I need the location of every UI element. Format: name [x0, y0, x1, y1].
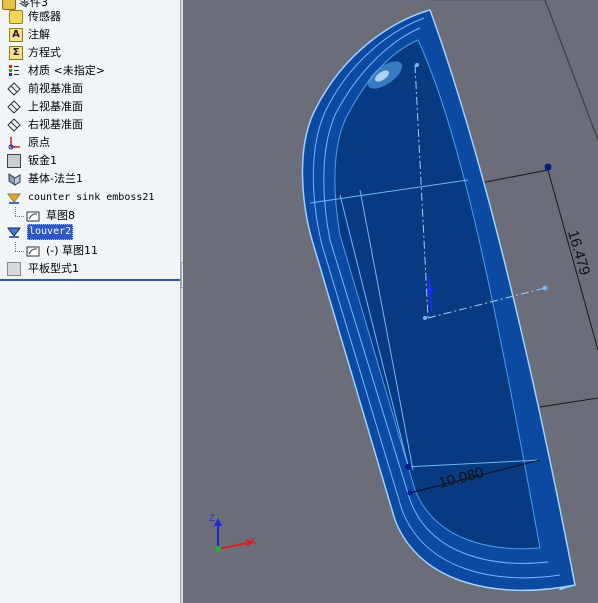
- sketch-icon: [26, 209, 40, 223]
- plane-icon: [7, 100, 21, 114]
- tree-item-label: 材质 <未指定>: [28, 64, 105, 77]
- tree-item-label: 方程式: [28, 46, 61, 59]
- tree-item-label: 前视基准面: [28, 82, 83, 95]
- tree-item-label: louver2: [27, 224, 74, 240]
- sensor-icon: [9, 10, 23, 24]
- tree-item-label: 平板型式1: [28, 262, 79, 275]
- material-icon: [7, 64, 21, 78]
- equation-icon: Σ: [9, 46, 23, 60]
- svg-text:Z: Z: [209, 513, 215, 523]
- feature-manager-tree: 零件3 传感器 A 注解 Σ 方程式 材质 <未指定> 前视基准面 上视基准面: [0, 0, 180, 603]
- form-tool-icon: [7, 191, 21, 205]
- tree-item-label: counter sink emboss21: [28, 192, 155, 203]
- graphics-viewport[interactable]: 16.479 10.080 Z X: [183, 0, 598, 603]
- sketch-icon: [26, 244, 40, 258]
- plane-icon: [7, 118, 21, 132]
- tree-item-label: 注解: [28, 28, 50, 41]
- tree-item-label: (-) 草图11: [46, 244, 99, 257]
- rollback-bar[interactable]: [0, 279, 180, 281]
- annotation-icon: A: [9, 28, 23, 42]
- tree-connector: [15, 207, 17, 216]
- flat-pattern-icon: [7, 262, 21, 276]
- tree-connector: [15, 251, 24, 253]
- origin-icon: [7, 136, 21, 150]
- tree-item-label: 钣金1: [28, 154, 57, 167]
- tree-item-label: 上视基准面: [28, 100, 83, 113]
- tree-item-label: 右视基准面: [28, 118, 83, 131]
- part-icon: [2, 0, 16, 10]
- tree-item-label: 原点: [28, 136, 50, 149]
- form-tool-icon: [7, 225, 21, 239]
- plane-icon: [7, 82, 21, 96]
- tree-connector: [15, 242, 17, 251]
- sheetmetal-icon: [7, 154, 21, 168]
- tree-item-label: 基体-法兰1: [28, 172, 83, 185]
- tree-item-label: 草图8: [46, 209, 75, 222]
- tree-item-label: 传感器: [28, 10, 61, 23]
- svg-text:X: X: [250, 536, 256, 546]
- tree-connector: [15, 216, 24, 218]
- base-flange-icon: [7, 172, 21, 186]
